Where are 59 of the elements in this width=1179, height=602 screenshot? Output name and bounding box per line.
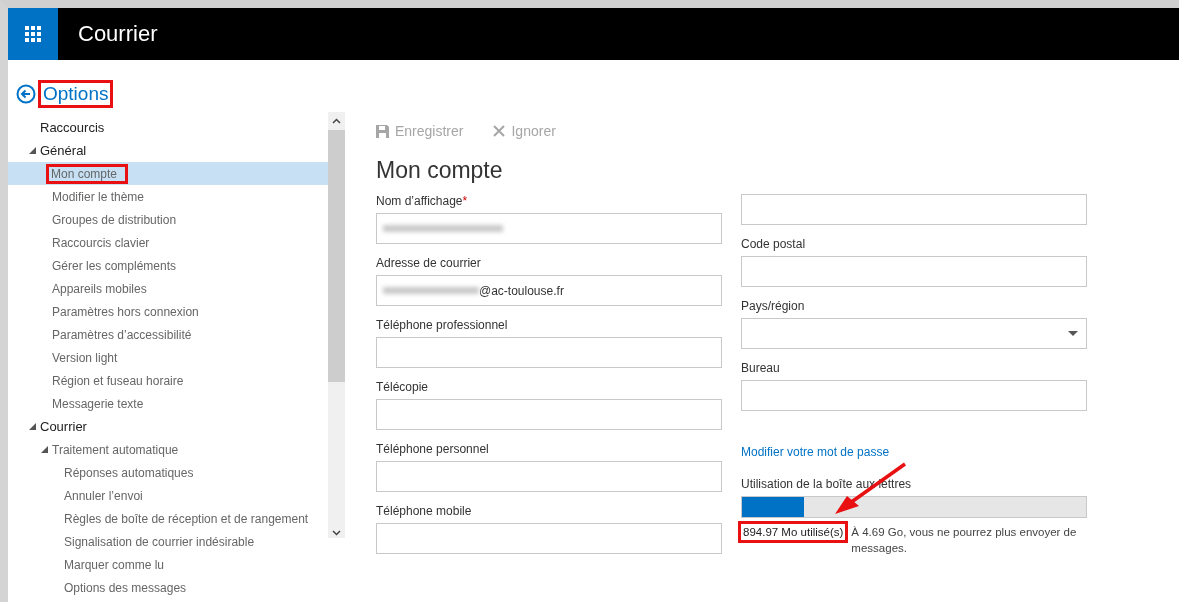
sidebar-item[interactable]: Groupes de distribution <box>8 208 328 231</box>
text-field[interactable] <box>376 523 722 554</box>
expand-triangle-icon <box>41 446 48 453</box>
grid-icon <box>25 26 41 42</box>
text-field[interactable] <box>376 461 722 492</box>
field-label: Télécopie <box>376 380 430 394</box>
field-label: Bureau <box>741 361 781 375</box>
field-label: Téléphone personnel <box>376 442 490 456</box>
sidebar-item[interactable]: Courrier <box>8 415 328 438</box>
usage-warning: À 4.69 Go, vous ne pourrez plus envoyer de messages. <box>851 525 1078 556</box>
sidebar-item[interactable]: Mon compte <box>8 162 328 185</box>
sidebar-item[interactable]: Paramètres d’accessibilité <box>8 323 328 346</box>
field-label: Adresse de courrier <box>376 256 482 270</box>
scroll-up-icon[interactable] <box>332 118 341 124</box>
scroll-thumb[interactable] <box>328 130 345 382</box>
sidebar-item[interactable]: Traitement automatique <box>8 438 328 461</box>
scrollbar[interactable] <box>328 112 345 538</box>
text-field[interactable] <box>376 399 722 430</box>
options-link[interactable]: Options <box>38 80 114 108</box>
required-asterisk: * <box>462 194 468 208</box>
usage-reading: 894.97 Mo utilisé(s) <box>741 524 846 540</box>
text-field[interactable] <box>741 194 1087 225</box>
text-field[interactable] <box>741 380 1087 411</box>
expand-triangle-icon <box>29 423 36 430</box>
sidebar-item[interactable]: Signalisation de courrier indésirable <box>8 530 328 553</box>
caret-icon <box>1068 331 1078 336</box>
sidebar-item[interactable]: Appareils mobiles <box>8 277 328 300</box>
field-value: @ac-toulouse.fr <box>479 283 564 298</box>
field-label: Pays/région <box>741 299 806 313</box>
page-title: Mon compte <box>376 157 504 184</box>
field-label: Code postal <box>741 237 807 251</box>
expand-triangle-icon <box>29 147 36 154</box>
field-label: Téléphone professionnel <box>376 318 509 332</box>
sidebar-item[interactable]: Messagerie texte <box>8 392 328 415</box>
app-title: Courrier <box>78 21 158 47</box>
sidebar-item[interactable]: Règles de boîte de réception et de rangement <box>8 507 328 530</box>
text-field[interactable] <box>376 337 722 368</box>
scroll-down-icon[interactable] <box>332 530 341 536</box>
text-field[interactable] <box>376 213 722 244</box>
sidebar-item[interactable]: Raccourcis clavier <box>8 231 328 254</box>
sidebar-item[interactable]: Raccourcis <box>8 116 328 139</box>
close-icon <box>493 125 506 137</box>
sidebar-item[interactable]: Gérer les compléments <box>8 254 328 277</box>
sidebar-item[interactable]: Région et fuseau horaire <box>8 369 328 392</box>
sidebar-item[interactable]: Version light <box>8 346 328 369</box>
text-field[interactable] <box>741 256 1087 287</box>
field-label: Téléphone mobile <box>376 504 473 518</box>
sidebar-item[interactable]: Réponses automatiques <box>8 461 328 484</box>
field-label: Nom d’affichage* <box>376 194 469 208</box>
sidebar-item[interactable]: Général <box>8 139 328 162</box>
dropdown-field[interactable] <box>741 318 1087 349</box>
sidebar-item[interactable]: Modifier le thème <box>8 185 328 208</box>
text-field[interactable]: @ac-toulouse.fr <box>376 275 722 306</box>
sidebar-item[interactable]: Marquer comme lu <box>8 553 328 576</box>
sidebar-item[interactable]: Paramètres hors connexion <box>8 300 328 323</box>
sidebar-item[interactable]: Options des messages <box>8 576 328 599</box>
app-launcher-button[interactable] <box>8 8 58 60</box>
sidebar-item[interactable]: Annuler l’envoi <box>8 484 328 507</box>
change-password-link[interactable]: Modifier votre mot de passe <box>741 445 1087 459</box>
